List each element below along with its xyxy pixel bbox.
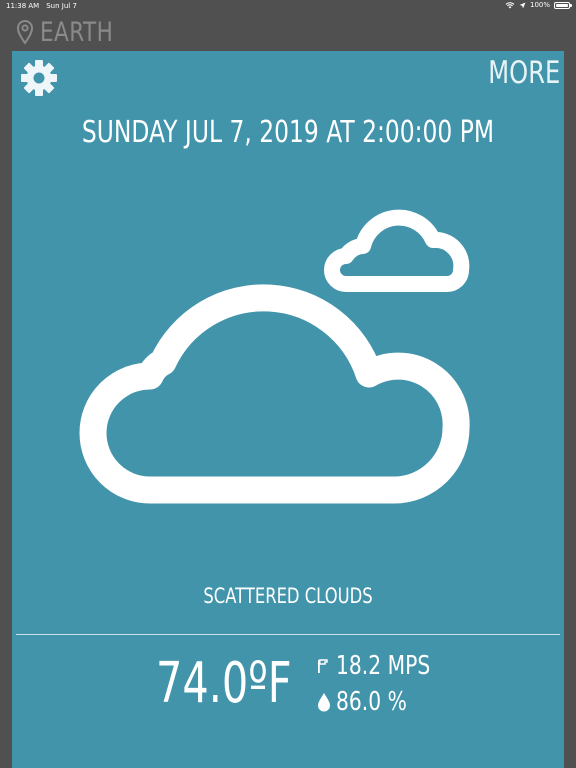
divider <box>16 634 560 635</box>
wind-flag-icon <box>318 659 328 673</box>
humidity-value: 86.0 % <box>336 687 407 717</box>
battery-icon <box>554 1 572 9</box>
battery-percent: 100% <box>529 1 550 9</box>
wind-speed-value: 18.2 MPS <box>336 651 431 681</box>
status-time: 11:38 AM <box>6 2 40 10</box>
water-drop-icon <box>318 693 330 712</box>
location-header[interactable]: EARTH <box>16 16 132 48</box>
forecast-datetime: SUNDAY JUL 7, 2019 AT 2:00:00 PM <box>81 115 495 150</box>
temperature: 74.0ºF <box>156 651 292 716</box>
location-arrow-icon <box>519 2 526 8</box>
status-bar-left: 11:38 AM Sun Jul 7 <box>6 2 77 10</box>
status-date: Sun Jul 7 <box>46 2 77 10</box>
humidity: 86.0 % <box>316 687 427 717</box>
wifi-icon <box>505 2 515 9</box>
more-button[interactable]: MORE <box>488 55 560 91</box>
location-name: EARTH <box>40 16 114 48</box>
status-bar: 11:38 AM Sun Jul 7 100% <box>0 0 576 12</box>
status-bar-right: 100% <box>505 1 572 9</box>
location-pin-icon <box>16 20 34 45</box>
scattered-clouds-icon <box>79 209 470 504</box>
wind-speed: 18.2 MPS <box>316 651 457 681</box>
settings-button[interactable] <box>20 59 58 97</box>
large-cloud <box>79 284 470 504</box>
weather-description: SCATTERED CLOUDS <box>203 584 373 608</box>
small-cloud <box>324 209 470 292</box>
weather-card: MORE SUNDAY JUL 7, 2019 AT 2:00:00 PM SC… <box>12 51 564 768</box>
gear-icon <box>21 60 57 96</box>
